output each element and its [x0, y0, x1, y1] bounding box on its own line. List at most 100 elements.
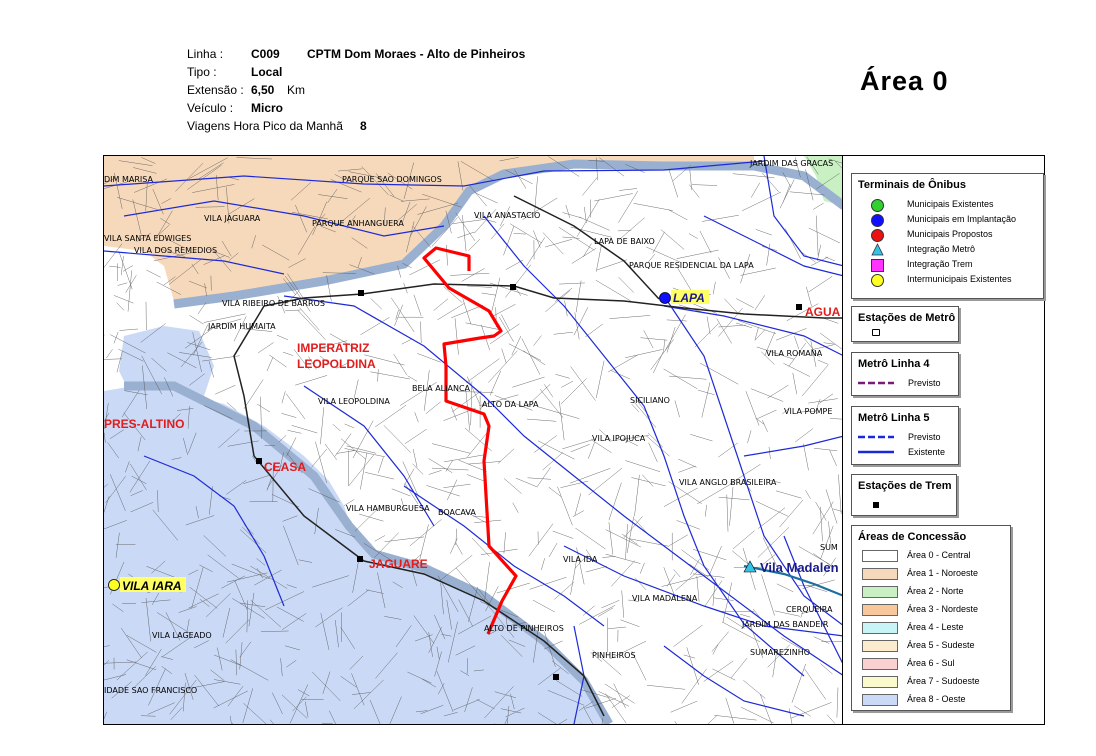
map-place-label: VILA LEOPOLDINA [318, 397, 390, 406]
legend-areas-concessao: Áreas de Concessão Área 0 - Central Área … [851, 525, 1011, 711]
area-oeste-region [104, 386, 604, 724]
legend-row-municipais-propostos: Municipais Propostos [858, 228, 1048, 242]
map-place-label: VILA ANASTACIO [474, 211, 540, 220]
extensao-label: Extensão : [187, 83, 244, 97]
legend-areas-title: Áreas de Concessão [858, 531, 967, 543]
legend-estacoes-trem-title: Estações de Trem [858, 480, 952, 492]
area-swatch-icon [862, 694, 898, 706]
map-place-label: IDADE SAO FRANCISCO [104, 686, 197, 695]
legend-row-area: Área 8 - Oeste [858, 693, 1008, 707]
legend-label: Área 0 - Central [907, 550, 971, 560]
legend-metro-l4-title: Metrô Linha 4 [858, 358, 930, 370]
area-swatch-icon [862, 640, 898, 652]
map-canvas[interactable]: DIM MARISA PARQUE SAO DOMINGOS JARDIM DAS … [104, 156, 844, 724]
legend-row-intermunicipais: Intermunicipais Existentes [858, 273, 1048, 287]
map-place-label: VILA POMPE [784, 407, 832, 416]
area-swatch-icon [862, 658, 898, 670]
tipo-value: Local [251, 65, 283, 79]
veiculo-label: Veículo : [187, 101, 234, 115]
legend-label: Municipais em Implantação [907, 214, 1017, 224]
linha-code: C009 [251, 47, 280, 61]
legend-row-municipais-existentes: Municipais Existentes [858, 198, 1048, 212]
legend-row-integracao-metro: Integração Metrô [858, 243, 1048, 257]
legend-label: Área 4 - Leste [907, 622, 964, 632]
legend-row-l4-previsto: Previsto [858, 377, 958, 391]
legend-row-area: Área 3 - Nordeste [858, 603, 1008, 617]
legend-row-area: Área 4 - Leste [858, 621, 1008, 635]
map-place-label: VILA IPOJUCA [592, 434, 646, 443]
legend-terminais: Terminais de Ônibus Municipais Existente… [851, 173, 1044, 299]
area-swatch-icon [862, 550, 898, 562]
map-place-label: VILA JAGUARA [204, 214, 261, 223]
legend-row-municipais-implantacao: Municipais em Implantação [858, 213, 1048, 227]
map-place-label: VILA ANGLO BRASILEIRA [679, 478, 777, 487]
map-place-label: VILA RIBEIRO DE BARROS [222, 299, 325, 308]
legend-row-area: Área 1 - Noroeste [858, 567, 1008, 581]
legend-label: Área 3 - Nordeste [907, 604, 979, 614]
legend-label: Municipais Propostos [907, 229, 993, 239]
terminal-label-lapa[interactable]: LAPA [673, 291, 705, 305]
extensao-unit: Km [287, 83, 305, 97]
blue-solid-line-icon [858, 450, 894, 454]
terminal-label-vila-iara[interactable]: VILA IARA [122, 579, 182, 593]
viagens-label: Viagens Hora Pico da Manhã [187, 119, 343, 133]
map-place-label: JARDIM DAS GRACAS [749, 159, 833, 168]
map-place-label: ALTO DA LAPA [482, 400, 539, 409]
train-station-icon [873, 502, 879, 508]
map-place-label: BELA ALIANCA [412, 384, 471, 393]
yellow-circle-icon [871, 274, 884, 287]
map-red-label: PRES-ALTINO [104, 417, 184, 431]
map-place-label: SUMAREZINHO [750, 648, 810, 657]
green-circle-icon [871, 199, 884, 212]
terminal-label-vila-madalena[interactable]: Vila Madalen [760, 560, 839, 575]
red-circle-icon [871, 229, 884, 242]
triangle-icon [871, 243, 884, 256]
legend-label: Municipais Existentes [907, 199, 994, 209]
legend-label: Área 8 - Oeste [907, 694, 966, 704]
map-place-label: JARDIM HUMAITA [207, 322, 276, 331]
area-swatch-icon [862, 586, 898, 598]
linha-label: Linha : [187, 47, 224, 61]
legend-row-l5-previsto: Previsto [858, 431, 958, 445]
metro-station-icon [872, 329, 880, 336]
legend-row-area: Área 0 - Central [858, 549, 1008, 563]
lapa-terminal-icon[interactable] [659, 292, 671, 304]
legend-row-area: Área 6 - Sul [858, 657, 1008, 671]
map-place-label: BOACAVA [438, 508, 476, 517]
map-place-label: ALTO DE PINHEIROS [484, 624, 564, 633]
map-red-label: CEASA [264, 460, 306, 474]
map-place-label: VILA ROMANA [766, 349, 823, 358]
tipo-label: Tipo : [187, 65, 217, 79]
area-swatch-icon [862, 568, 898, 580]
map-place-label: VILA IDA [563, 555, 598, 564]
veiculo-value: Micro [251, 101, 284, 115]
blue-circle-icon [871, 214, 884, 227]
legend-label: Integração Metrô [907, 244, 976, 254]
map-place-label: LAPA DE BAIXO [594, 237, 655, 246]
legend-label: Área 7 - Sudoeste [907, 676, 980, 686]
map-view[interactable]: DIM MARISA PARQUE SAO DOMINGOS JARDIM DAS … [103, 155, 845, 725]
area-swatch-icon [862, 604, 898, 616]
legend-label: Área 2 - Norte [907, 586, 964, 596]
route-info: Linha : C009 CPTM Dom Moraes - Alto de P… [187, 45, 607, 137]
vila-iara-terminal-icon[interactable] [108, 579, 120, 591]
legend-label: Área 6 - Sul [907, 658, 955, 668]
legend-label: Integração Trem [907, 259, 973, 269]
map-place-label: VILA HAMBURGUESA [346, 504, 430, 513]
linha-name: CPTM Dom Moraes - Alto de Pinheiros [307, 47, 526, 61]
map-place-label: PINHEIROS [592, 651, 636, 660]
map-red-label: LEOPOLDINA [297, 357, 376, 371]
legend-metro-linha-5: Metrô Linha 5 Previsto Existente [851, 406, 959, 465]
map-place-label: VILA DOS REMEDIOS [134, 246, 217, 255]
area-title: Área 0 [860, 66, 949, 96]
map-place-label: PARQUE ANHANGUERA [312, 219, 404, 228]
map-place-label: SICILIANO [630, 396, 670, 405]
map-place-label: DIM MARISA [104, 175, 153, 184]
legend-estacoes-metro-title: Estações de Metrô [858, 312, 956, 324]
map-place-label: PARQUE RESIDENCIAL DA LAPA [629, 261, 754, 270]
legend-row-l5-existente: Existente [858, 446, 958, 460]
map-place-label: VILA LAGEADO [152, 631, 212, 640]
blue-dashed-line-icon [858, 435, 894, 439]
legend-terminais-title: Terminais de Ônibus [858, 179, 966, 191]
legend-label: Área 5 - Sudeste [907, 640, 975, 650]
